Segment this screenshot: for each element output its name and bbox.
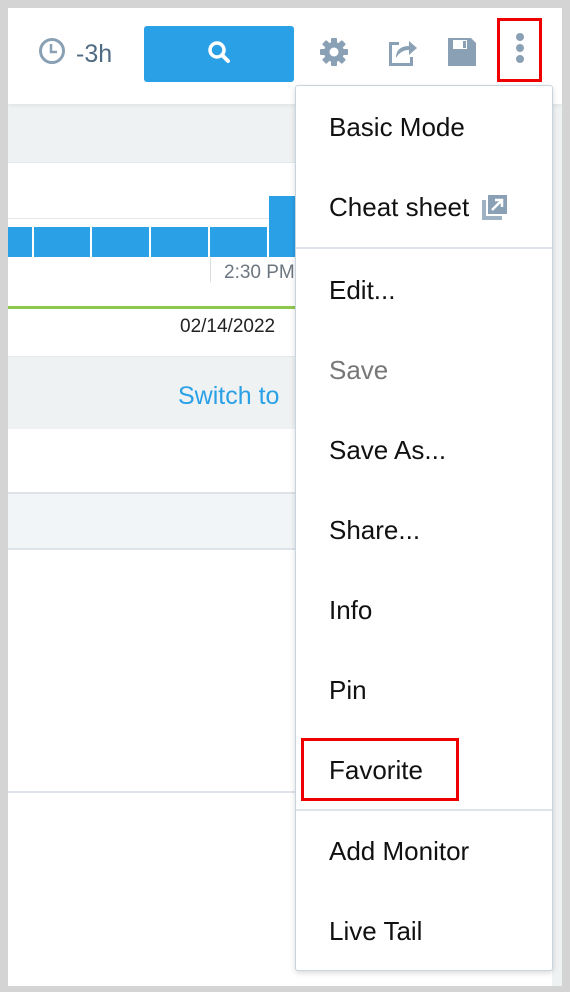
chart-tick bbox=[210, 258, 211, 282]
chart-bar[interactable] bbox=[210, 227, 267, 257]
menu-item-live-tail[interactable]: Live Tail bbox=[296, 891, 552, 971]
menu-item-label: Live Tail bbox=[329, 915, 423, 946]
share-icon bbox=[386, 36, 418, 73]
menu-item-save-as[interactable]: Save As... bbox=[296, 410, 552, 490]
chart-bar[interactable] bbox=[8, 227, 32, 257]
save-button[interactable] bbox=[444, 36, 480, 72]
more-menu: Basic Mode Cheat sheet Edit... Save Save… bbox=[295, 85, 553, 971]
chart-bar[interactable] bbox=[151, 227, 208, 257]
favorite-highlight-box bbox=[301, 738, 459, 801]
menu-item-pin[interactable]: Pin bbox=[296, 650, 552, 730]
gear-icon bbox=[318, 36, 350, 73]
menu-item-label: Cheat sheet bbox=[329, 191, 470, 222]
time-range-button[interactable]: -3h bbox=[38, 36, 112, 72]
menu-item-label: Save As... bbox=[329, 434, 447, 465]
chart-bar[interactable] bbox=[34, 227, 90, 257]
switch-link[interactable]: Switch to bbox=[178, 382, 279, 411]
menu-item-label: Info bbox=[329, 594, 373, 625]
save-icon bbox=[447, 37, 477, 72]
chart-tick-label: 2:30 PM bbox=[224, 262, 295, 283]
time-range-label: -3h bbox=[76, 39, 113, 68]
right-gutter bbox=[552, 104, 562, 986]
clock-icon bbox=[38, 37, 66, 72]
external-link-icon bbox=[481, 193, 510, 221]
menu-item-save: Save bbox=[296, 330, 552, 410]
page: -3h 2:30 PM 02/14/2022 Switch to Basic M… bbox=[8, 8, 562, 986]
more-vertical-icon bbox=[515, 32, 525, 69]
menu-item-cheat-sheet[interactable]: Cheat sheet bbox=[296, 167, 552, 247]
menu-item-label: Edit... bbox=[329, 274, 396, 305]
menu-item-label: Share... bbox=[329, 514, 421, 545]
search-icon bbox=[206, 39, 232, 70]
chart-date-label: 02/14/2022 bbox=[180, 316, 276, 337]
share-button[interactable] bbox=[384, 36, 420, 72]
menu-item-label: Add Monitor bbox=[329, 835, 470, 866]
menu-item-edit[interactable]: Edit... bbox=[296, 250, 552, 330]
settings-button[interactable] bbox=[316, 36, 352, 72]
menu-item-info[interactable]: Info bbox=[296, 570, 552, 650]
menu-item-share[interactable]: Share... bbox=[296, 490, 552, 570]
chart-bar[interactable] bbox=[92, 227, 149, 257]
menu-item-add-monitor[interactable]: Add Monitor bbox=[296, 811, 552, 891]
menu-item-basic-mode[interactable]: Basic Mode bbox=[296, 87, 552, 167]
menu-item-label: Save bbox=[329, 354, 389, 385]
menu-item-label: Basic Mode bbox=[329, 111, 465, 142]
search-button[interactable] bbox=[144, 26, 294, 82]
more-menu-button[interactable] bbox=[497, 18, 542, 82]
menu-divider bbox=[296, 247, 552, 249]
menu-item-label: Pin bbox=[329, 674, 367, 705]
